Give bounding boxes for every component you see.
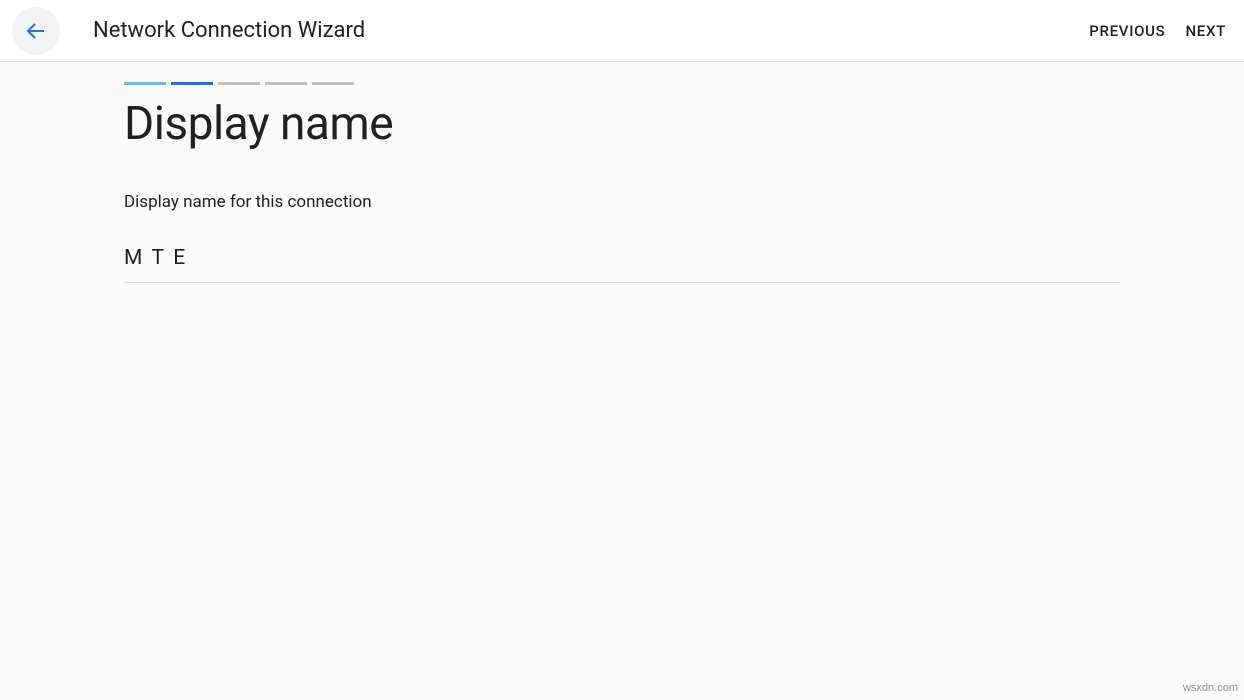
arrow-left-icon	[24, 19, 48, 43]
page-heading: Display name	[124, 97, 1120, 152]
next-button[interactable]: NEXT	[1185, 22, 1226, 40]
progress-step-1	[124, 82, 166, 85]
watermark: wsxdn.com	[1183, 682, 1238, 694]
progress-step-4	[265, 82, 307, 85]
display-name-input[interactable]	[124, 242, 1120, 283]
app-header: Network Connection Wizard PREVIOUS NEXT	[0, 0, 1244, 62]
main-content: Display name Display name for this conne…	[0, 62, 1244, 283]
display-name-label: Display name for this connection	[124, 192, 1120, 212]
back-button[interactable]	[12, 7, 60, 55]
header-left-group: Network Connection Wizard	[10, 7, 365, 55]
progress-step-2	[171, 82, 213, 85]
input-wrapper	[124, 242, 1120, 283]
header-actions: PREVIOUS NEXT	[1089, 22, 1226, 40]
app-title: Network Connection Wizard	[93, 18, 365, 43]
progress-step-5	[312, 82, 354, 85]
previous-button[interactable]: PREVIOUS	[1089, 22, 1165, 40]
progress-indicator	[124, 82, 1120, 85]
progress-step-3	[218, 82, 260, 85]
